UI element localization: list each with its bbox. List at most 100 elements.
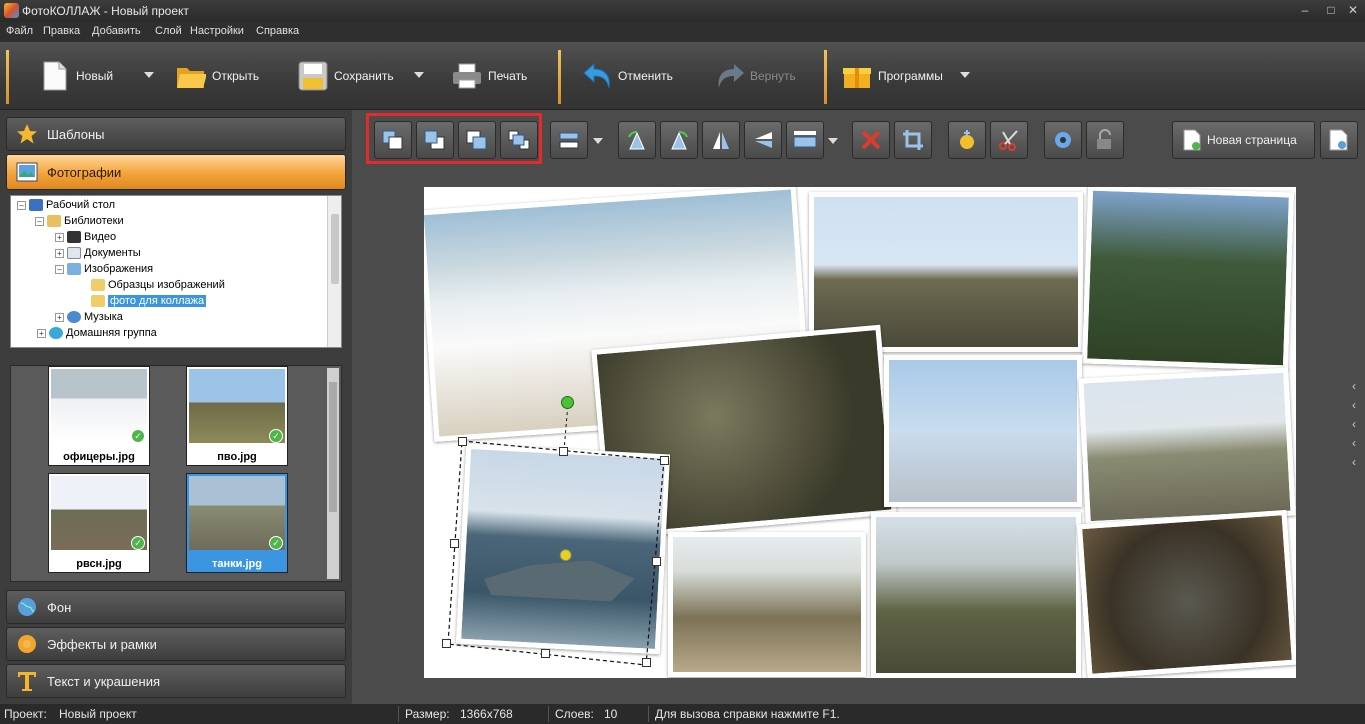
menu-bar: Файл Правка Добавить Слой Настройки Спра…: [0, 22, 1365, 42]
desktop-icon: [29, 199, 43, 211]
resize-handle[interactable]: [652, 557, 661, 566]
tree-item-homegroup[interactable]: + Домашняя группа: [37, 325, 157, 341]
resize-handle[interactable]: [458, 437, 467, 446]
align-icon: [559, 132, 579, 149]
save-dropdown-arrow[interactable]: [414, 72, 424, 78]
size-value: 1366x768: [460, 707, 513, 721]
menu-help[interactable]: Справка: [256, 25, 299, 37]
programs-dropdown-arrow[interactable]: [960, 72, 970, 78]
fit-button[interactable]: [786, 121, 824, 159]
resize-handle[interactable]: [642, 658, 651, 667]
align-button[interactable]: [550, 121, 588, 159]
flip-horizontal-button[interactable]: [702, 121, 740, 159]
save-label: Сохранить: [334, 69, 394, 83]
tree-label: Изображения: [84, 263, 154, 275]
scroll-thumb[interactable]: [331, 214, 339, 284]
save-button[interactable]: Сохранить: [298, 54, 394, 98]
collage-canvas[interactable]: [424, 187, 1296, 678]
tree-label: Видео: [84, 231, 117, 243]
maximize-button[interactable]: □: [1320, 2, 1342, 18]
collapse-arrow-icon[interactable]: ‹: [1352, 398, 1356, 412]
expand-icon[interactable]: +: [55, 312, 64, 322]
menu-file[interactable]: Файл: [6, 25, 33, 37]
expand-icon[interactable]: +: [37, 328, 46, 338]
tree-item-images[interactable]: – Изображения: [55, 261, 153, 277]
clipart-button[interactable]: [990, 121, 1028, 159]
tree-item-documents[interactable]: + Документы: [55, 245, 141, 261]
thumbnail-caption: рвсн.jpg: [76, 558, 122, 570]
collapse-icon[interactable]: –: [55, 264, 64, 274]
minimize-button[interactable]: –: [1294, 2, 1316, 18]
print-button[interactable]: Печать: [452, 54, 527, 98]
scroll-thumb[interactable]: [329, 382, 337, 512]
resize-handle[interactable]: [450, 539, 459, 548]
menu-edit[interactable]: Правка: [43, 25, 80, 37]
effects-label: Эффекты и рамки: [47, 636, 157, 652]
menu-add[interactable]: Добавить: [92, 25, 141, 37]
fit-dropdown-arrow[interactable]: [828, 138, 838, 144]
rotate-right-button[interactable]: [660, 121, 698, 159]
align-dropdown-arrow[interactable]: [593, 138, 603, 144]
layers-value: 10: [604, 707, 618, 721]
templates-section-header[interactable]: Шаблоны: [6, 117, 346, 151]
rotate-handle[interactable]: [561, 396, 574, 409]
thumbnail[interactable]: ✓ офицеры.jpg: [48, 366, 150, 466]
delete-button[interactable]: [852, 121, 890, 159]
layers-label: Слоев:: [555, 707, 594, 721]
flip-vertical-button[interactable]: [744, 121, 782, 159]
new-button[interactable]: Новый: [40, 54, 113, 98]
new-document-icon: [40, 59, 70, 93]
check-icon: ✓: [269, 536, 283, 550]
close-button[interactable]: ✕: [1342, 2, 1364, 18]
tree-item-collage-photos[interactable]: фото для коллажа: [91, 293, 207, 309]
effects-button[interactable]: [948, 121, 986, 159]
thumbnail[interactable]: ✓ пво.jpg: [186, 366, 288, 466]
new-page-button[interactable]: Новая страница: [1172, 121, 1315, 159]
effects-section-header[interactable]: Эффекты и рамки: [6, 627, 346, 661]
collapse-arrow-icon[interactable]: ‹: [1352, 436, 1356, 450]
thumbnail-caption: пво.jpg: [217, 451, 257, 463]
folder-open-icon: [176, 59, 206, 93]
tree-item-video[interactable]: + Видео: [55, 229, 116, 245]
open-button[interactable]: Открыть: [176, 54, 259, 98]
page-settings-button[interactable]: [1320, 121, 1358, 159]
new-dropdown-arrow[interactable]: [144, 72, 154, 78]
programs-button[interactable]: Программы: [842, 54, 943, 98]
thumbnail-scrollbar[interactable]: [327, 368, 339, 579]
tree-item-music[interactable]: + Музыка: [55, 309, 123, 325]
resize-handle[interactable]: [660, 456, 669, 465]
collapse-icon[interactable]: –: [17, 200, 26, 210]
resize-handle[interactable]: [442, 639, 451, 648]
background-section-header[interactable]: Фон: [6, 590, 346, 624]
menu-settings[interactable]: Настройки: [190, 25, 244, 37]
resize-handle[interactable]: [541, 649, 550, 658]
undo-button[interactable]: Отменить: [582, 54, 673, 98]
rotate-left-button[interactable]: [618, 121, 656, 159]
tree-label: фото для коллажа: [108, 295, 207, 307]
thumbnail-selected[interactable]: ✓ танки.jpg: [186, 473, 288, 573]
thumbnail[interactable]: ✓ рвсн.jpg: [48, 473, 150, 573]
check-icon: ✓: [131, 536, 145, 550]
collapse-arrow-icon[interactable]: ‹: [1352, 417, 1356, 431]
folder-tree[interactable]: – Рабочий стол – Библиотеки + Видео + До…: [10, 195, 342, 348]
photos-section-header[interactable]: Фотографии: [6, 154, 346, 190]
text-section-header[interactable]: Текст и украшения: [6, 664, 346, 698]
expand-icon[interactable]: +: [55, 232, 64, 242]
crop-button[interactable]: [894, 121, 932, 159]
collapse-icon[interactable]: –: [35, 216, 44, 226]
tree-item-desktop[interactable]: – Рабочий стол: [17, 197, 115, 213]
tree-item-sample-images[interactable]: Образцы изображений: [91, 277, 225, 293]
programs-label: Программы: [878, 69, 943, 83]
menu-layer[interactable]: Слой: [155, 25, 182, 37]
expand-icon[interactable]: +: [55, 248, 64, 258]
lock-button[interactable]: [1086, 121, 1124, 159]
redo-button[interactable]: Вернуть: [714, 54, 796, 98]
printer-icon: [452, 59, 482, 93]
settings-button[interactable]: [1044, 121, 1082, 159]
tree-scrollbar[interactable]: [327, 196, 341, 347]
tree-label: Домашняя группа: [66, 327, 157, 339]
collapse-arrow-icon[interactable]: ‹: [1352, 379, 1356, 393]
tree-item-libraries[interactable]: – Библиотеки: [35, 213, 124, 229]
resize-handle[interactable]: [559, 447, 568, 456]
collapse-arrow-icon[interactable]: ‹: [1352, 455, 1356, 469]
